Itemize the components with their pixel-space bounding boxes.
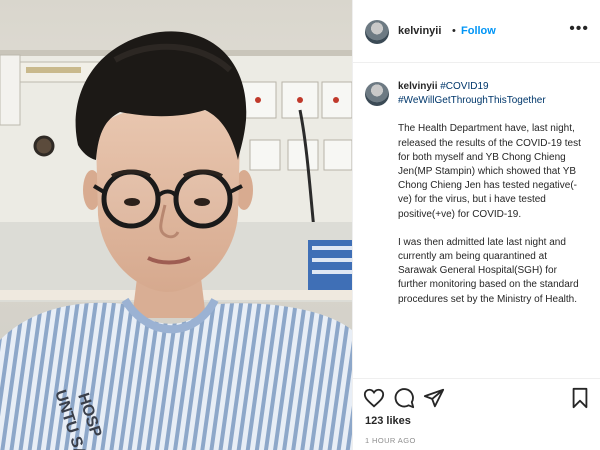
bookmark-icon[interactable] (569, 387, 591, 409)
heart-icon[interactable] (363, 387, 385, 409)
selfie-illustration: UNTU SA HOSP (0, 31, 352, 450)
caption-paragraph: The Health Department have, last night, … (398, 123, 581, 220)
post-header: kelvinyii • Follow ••• (353, 0, 600, 63)
comment-icon[interactable] (393, 387, 415, 409)
hashtag-covid19[interactable]: #COVID19 (440, 81, 488, 92)
caption-paragraph: I was then admitted late last night and … (398, 236, 579, 305)
share-icon[interactable] (423, 387, 445, 409)
avatar[interactable] (365, 20, 389, 44)
caption-username[interactable]: kelvinyii (398, 81, 437, 92)
post-caption: kelvinyii #COVID19 #WeWillGetThroughThis… (398, 80, 588, 372)
caption-scroll-fade (398, 360, 593, 376)
header-username[interactable]: kelvinyii (398, 25, 441, 37)
action-bar (353, 378, 600, 413)
instagram-post: UNTU SA HOSP kelvinyii • Follow ••• kelv… (0, 0, 600, 450)
post-photo[interactable]: UNTU SA HOSP (0, 0, 352, 450)
separator-dot: • (452, 25, 456, 37)
caption-avatar[interactable] (365, 82, 389, 106)
post-side-panel: kelvinyii • Follow ••• kelvinyii #COVID1… (352, 0, 600, 450)
hashtag-wewillgetthrough[interactable]: #WeWillGetThroughThisTogether (398, 95, 546, 106)
follow-button[interactable]: Follow (461, 25, 496, 37)
post-timestamp[interactable]: 1 HOUR AGO (365, 436, 416, 445)
likes-count[interactable]: 123 likes (365, 415, 411, 427)
more-options-icon[interactable]: ••• (569, 20, 589, 38)
